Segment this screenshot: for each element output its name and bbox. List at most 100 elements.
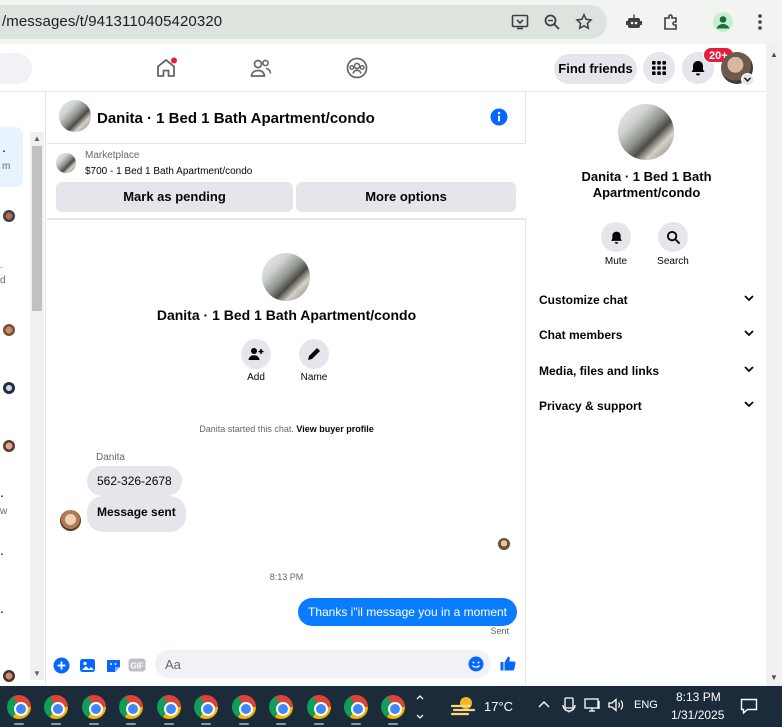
volume-icon[interactable]: [607, 697, 625, 713]
facebook-header: Find friends 20+: [0, 44, 766, 92]
groups-icon[interactable]: [343, 54, 371, 82]
menu-grid-icon[interactable]: [643, 52, 675, 84]
chrome-icon[interactable]: [82, 695, 106, 719]
chat-details-avatar: [618, 104, 674, 160]
search-icon[interactable]: [658, 222, 688, 252]
pencil-icon[interactable]: [299, 339, 329, 369]
chat-avatar[interactable]: [3, 670, 15, 682]
message-input[interactable]: [155, 650, 491, 678]
image-icon[interactable]: [77, 655, 97, 675]
taskbar-active-indicator: [314, 723, 324, 725]
clock-time[interactable]: 8:13 PM: [676, 690, 721, 704]
chat-avatar[interactable]: [3, 440, 15, 452]
chat-avatar[interactable]: [3, 324, 15, 336]
extension-robot-icon[interactable]: [622, 10, 646, 34]
chat-item-fragment: m: [2, 161, 11, 172]
chat-list-scrollbar[interactable]: ▲ ▼: [30, 132, 44, 680]
listing-thumbnail[interactable]: [56, 153, 76, 173]
taskbar-active-indicator: [126, 723, 136, 725]
mute-label: Mute: [604, 256, 628, 267]
star-icon[interactable]: [572, 10, 596, 34]
message-bubble-incoming[interactable]: 562-326-2678: [87, 466, 182, 496]
chrome-icon[interactable]: [381, 695, 405, 719]
message-bubble-outgoing[interactable]: Thanks i"il message you in a moment: [297, 598, 517, 626]
thumbs-up-icon[interactable]: [498, 653, 518, 673]
clock-date[interactable]: 1/31/2025: [671, 708, 724, 722]
privacy-support-section[interactable]: Privacy & support: [539, 397, 754, 417]
gif-icon[interactable]: GIF: [127, 655, 147, 675]
chrome-icon[interactable]: [269, 695, 293, 719]
home-icon[interactable]: [152, 54, 180, 82]
profile-icon[interactable]: [711, 10, 735, 34]
taskbar-active-indicator: [239, 723, 249, 725]
section-label: Chat members: [539, 328, 623, 342]
friends-icon[interactable]: [247, 54, 275, 82]
scroll-up-icon[interactable]: ▲: [33, 134, 41, 143]
chat-intro-title: Danita · 1 Bed 1 Bath Apartment/condo: [156, 307, 417, 323]
more-options-button[interactable]: More options: [296, 182, 516, 212]
chrome-icon[interactable]: [194, 695, 218, 719]
network-icon[interactable]: [584, 697, 602, 713]
info-icon[interactable]: [490, 108, 508, 126]
scroll-up-icon[interactable]: ▲: [770, 50, 778, 59]
add-person-icon[interactable]: [241, 339, 271, 369]
weather-icon[interactable]: [450, 694, 478, 718]
taskbar-active-indicator: [201, 723, 211, 725]
find-friends-button[interactable]: Find friends: [554, 54, 637, 84]
chat-members-section[interactable]: Chat members: [539, 326, 754, 346]
sticker-icon[interactable]: [103, 655, 123, 675]
sender-avatar[interactable]: [60, 510, 81, 531]
scrollbar-thumb[interactable]: [32, 146, 42, 311]
scroll-down-icon[interactable]: ▼: [33, 669, 41, 678]
temperature[interactable]: 17°C: [484, 699, 513, 714]
language-indicator[interactable]: ENG: [634, 699, 658, 711]
system-message: Danita started this chat. View buyer pro…: [47, 424, 526, 434]
scroll-down-icon[interactable]: ▼: [770, 673, 778, 682]
chrome-icon[interactable]: [44, 695, 68, 719]
page-scrollbar[interactable]: ▲ ▼: [766, 44, 782, 686]
add-label: Add: [247, 372, 265, 383]
meet-now-icon[interactable]: [562, 697, 576, 713]
chat-item-fragment: .: [0, 600, 4, 616]
mark-as-pending-button[interactable]: Mark as pending: [56, 182, 293, 212]
puzzle-icon[interactable]: [659, 10, 683, 34]
notification-icon[interactable]: [740, 697, 758, 715]
chrome-icon[interactable]: [307, 695, 331, 719]
active-chat-item[interactable]: . m: [0, 127, 23, 187]
chrome-icon[interactable]: [119, 695, 143, 719]
svg-text:GIF: GIF: [130, 662, 143, 671]
view-buyer-profile-link[interactable]: View buyer profile: [296, 424, 373, 434]
plus-circle-icon[interactable]: [51, 655, 71, 675]
kebab-menu-icon[interactable]: [748, 10, 772, 34]
tray-expand-icon[interactable]: [538, 699, 550, 709]
chat-item-fragment: .: [0, 260, 3, 270]
listing-thumbnail[interactable]: [59, 100, 91, 132]
emoji-icon[interactable]: [466, 654, 486, 674]
message-bubble-incoming[interactable]: Message sent: [87, 496, 186, 532]
customize-chat-section[interactable]: Customize chat: [539, 291, 754, 311]
url-text: /messages/t/9413110405420320: [2, 13, 223, 30]
sent-status: Sent: [490, 626, 509, 636]
seen-avatar: [498, 538, 510, 550]
media-files-links-section[interactable]: Media, files and links: [539, 362, 754, 382]
chrome-icon[interactable]: [232, 695, 256, 719]
taskbar-active-indicator: [164, 723, 174, 725]
screen-cast-icon[interactable]: [508, 10, 532, 34]
chat-details-panel: Danita · 1 Bed 1 Bath Apartment/condo Mu…: [527, 92, 766, 686]
overflow-chevron-icon[interactable]: [415, 690, 425, 724]
zoom-icon[interactable]: [540, 10, 564, 34]
listing-description[interactable]: $700 - 1 Bed 1 Bath Apartment/condo: [85, 166, 252, 177]
chevron-down-icon[interactable]: [741, 73, 754, 86]
conversation-title[interactable]: Danita · 1 Bed 1 Bath Apartment/condo: [97, 110, 375, 127]
section-label: Privacy & support: [539, 399, 642, 413]
chat-avatar[interactable]: [3, 382, 15, 394]
section-label: Media, files and links: [539, 364, 660, 378]
mute-bell-icon[interactable]: [601, 222, 631, 252]
chevron-down-icon: [744, 330, 754, 337]
search-field[interactable]: [0, 53, 32, 84]
chat-avatar[interactable]: [3, 210, 15, 222]
chrome-icon[interactable]: [157, 695, 181, 719]
browser-toolbar: /messages/t/9413110405420320: [0, 0, 782, 44]
chrome-icon[interactable]: [7, 695, 31, 719]
chrome-icon[interactable]: [344, 695, 368, 719]
